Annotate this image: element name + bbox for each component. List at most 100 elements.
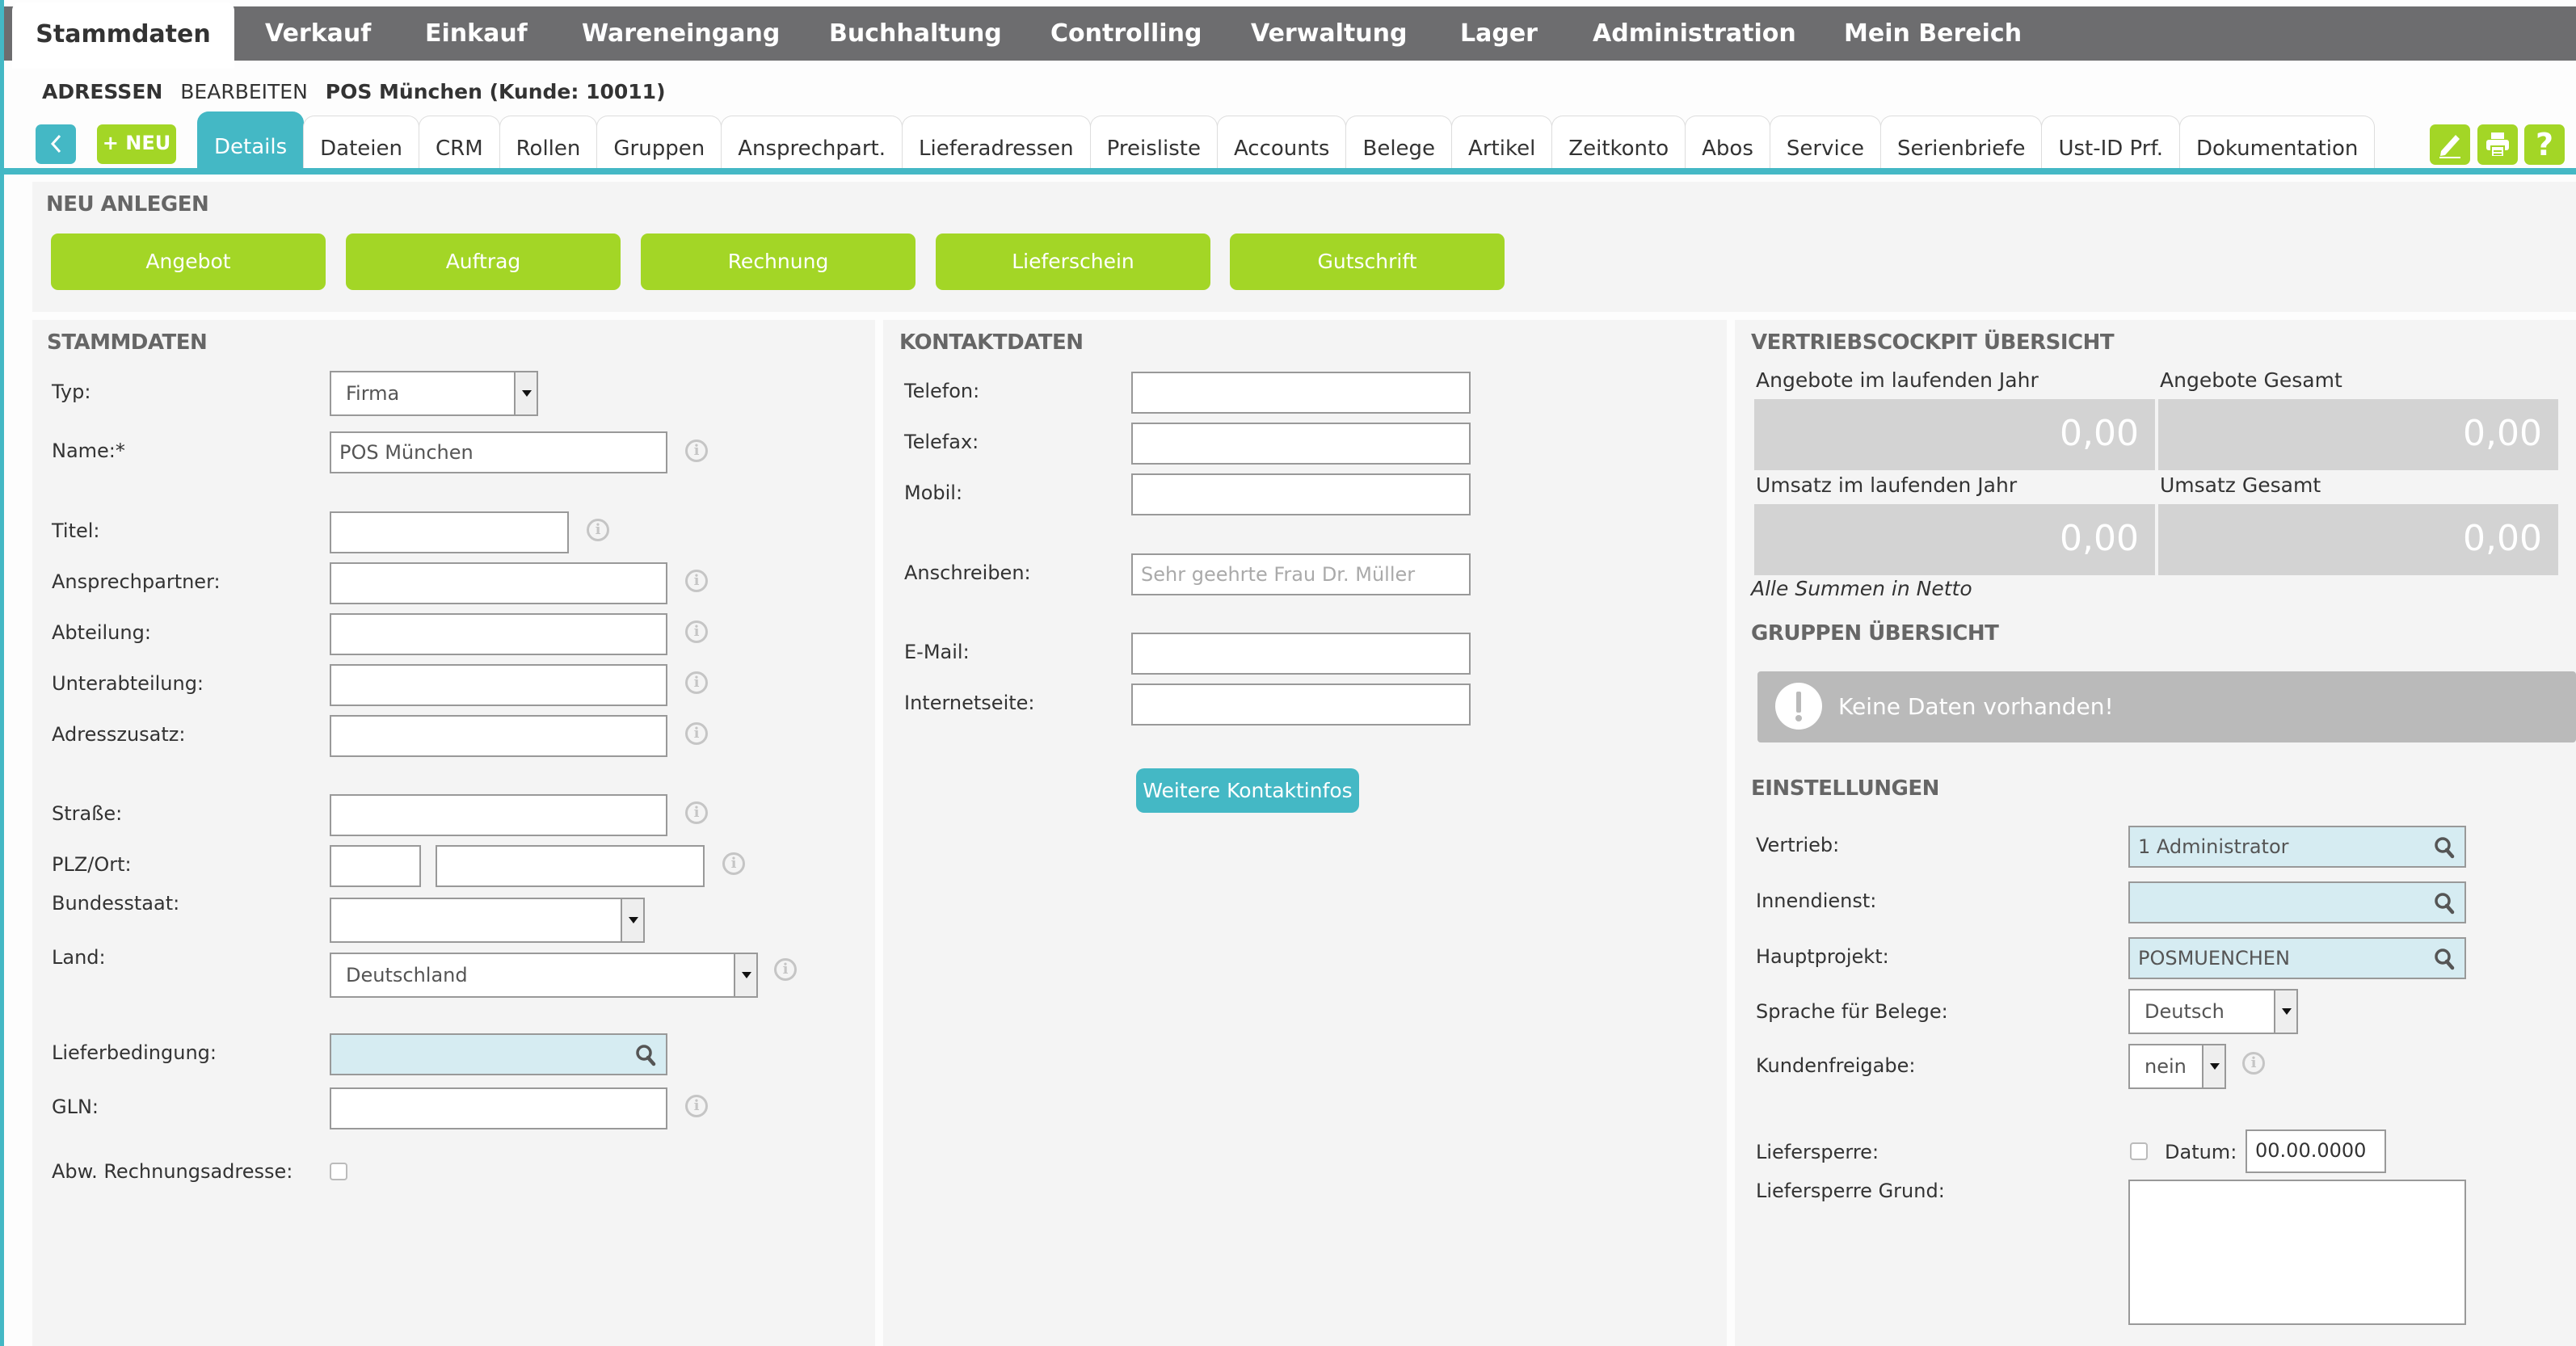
new-button[interactable]: + NEU <box>97 124 176 164</box>
kundenfreigabe-select[interactable]: nein <box>2128 1044 2226 1089</box>
tab-zeitkonto[interactable]: Zeitkonto <box>1551 116 1686 170</box>
tab-lieferadressen[interactable]: Lieferadressen <box>901 116 1091 170</box>
info-icon[interactable]: i <box>774 958 797 981</box>
abw-rechnungsadresse-checkbox[interactable] <box>330 1163 347 1180</box>
ort-input[interactable] <box>436 845 705 887</box>
create-angebot-button[interactable]: Angebot <box>51 233 326 290</box>
info-icon[interactable]: i <box>2242 1052 2265 1075</box>
land-select[interactable]: Deutschland <box>330 953 758 998</box>
topnav-item-verkauf[interactable]: Verkauf <box>265 6 371 61</box>
topnav-item-verwaltung[interactable]: Verwaltung <box>1251 6 1408 61</box>
info-icon[interactable]: i <box>685 440 708 462</box>
ansprechpartner-input[interactable] <box>330 562 667 604</box>
abteilung-input[interactable] <box>330 613 667 655</box>
topnav-item-wareneingang[interactable]: Wareneingang <box>582 6 780 61</box>
tab-service[interactable]: Service <box>1769 116 1881 170</box>
info-icon[interactable]: i <box>685 1095 708 1117</box>
topnav-item-administration[interactable]: Administration <box>1593 6 1796 61</box>
info-icon[interactable]: i <box>685 801 708 824</box>
tab-abos[interactable]: Abos <box>1685 116 1770 170</box>
print-button[interactable] <box>2477 124 2518 165</box>
titel-input[interactable] <box>330 511 569 553</box>
topnav-item-mein-bereich[interactable]: Mein Bereich <box>1844 6 2022 61</box>
create-gutschrift-button[interactable]: Gutschrift <box>1230 233 1505 290</box>
typ-label: Typ: <box>52 381 91 403</box>
titel-label: Titel: <box>52 519 100 542</box>
tab-underline <box>4 168 2576 175</box>
mobil-input[interactable] <box>1131 473 1471 515</box>
search-icon[interactable] <box>2434 948 2455 970</box>
search-icon[interactable] <box>635 1044 656 1066</box>
plz-input[interactable] <box>330 845 421 887</box>
mobil-label: Mobil: <box>904 482 963 504</box>
unterabteilung-input[interactable] <box>330 664 667 706</box>
record-tabs: Details Dateien CRM Rollen Gruppen Anspr… <box>197 111 2376 170</box>
internetseite-label: Internetseite: <box>904 692 1035 714</box>
tab-belege[interactable]: Belege <box>1345 116 1453 170</box>
internetseite-input[interactable] <box>1131 684 1471 726</box>
help-button[interactable]: ? <box>2524 124 2565 165</box>
tab-gruppen[interactable]: Gruppen <box>596 116 722 170</box>
tab-details[interactable]: Details <box>197 111 305 170</box>
topnav-item-lager[interactable]: Lager <box>1460 6 1538 61</box>
vertriebscockpit-title: VERTRIEBSCOCKPIT ÜBERSICHT <box>1751 330 2115 355</box>
info-icon[interactable]: i <box>722 852 745 875</box>
innendienst-lookup[interactable] <box>2128 881 2466 923</box>
topnav-item-controlling[interactable]: Controlling <box>1050 6 1202 61</box>
chevron-down-icon <box>621 899 643 941</box>
gln-label: GLN: <box>52 1096 99 1118</box>
search-icon[interactable] <box>2434 892 2455 915</box>
liefersperre-datum-input[interactable]: 00.00.0000 <box>2246 1129 2386 1173</box>
back-button[interactable] <box>36 124 76 164</box>
anschreiben-input[interactable]: Sehr geehrte Frau Dr. Müller <box>1131 553 1471 595</box>
hauptprojekt-lookup[interactable]: POSMUENCHEN <box>2128 937 2466 979</box>
tab-artikel[interactable]: Artikel <box>1451 116 1553 170</box>
info-icon[interactable]: i <box>685 671 708 694</box>
lieferbedingung-lookup[interactable] <box>330 1033 667 1075</box>
tab-ust-id-pruefung[interactable]: Ust-ID Prf. <box>2041 116 2180 170</box>
telefax-input[interactable] <box>1131 423 1471 465</box>
weitere-kontaktinfos-button[interactable]: Weitere Kontaktinfos <box>1136 768 1359 813</box>
info-icon[interactable]: i <box>685 722 708 745</box>
liefersperre-grund-textarea[interactable] <box>2128 1180 2466 1325</box>
kundenfreigabe-label: Kundenfreigabe: <box>1756 1054 1916 1077</box>
chevron-down-icon <box>734 954 756 996</box>
gln-input[interactable] <box>330 1087 667 1129</box>
tab-dokumentation[interactable]: Dokumentation <box>2178 116 2376 170</box>
breadcrumb: ADRESSEN BEARBEITEN POS München (Kunde: … <box>42 78 666 107</box>
vertrieb-lookup[interactable]: 1 Administrator <box>2128 826 2466 868</box>
email-input[interactable] <box>1131 633 1471 675</box>
create-auftrag-button[interactable]: Auftrag <box>346 233 621 290</box>
typ-select[interactable]: Firma <box>330 371 538 416</box>
name-input[interactable]: POS München <box>330 431 667 473</box>
search-icon[interactable] <box>2434 836 2455 859</box>
tab-accounts[interactable]: Accounts <box>1216 116 1347 170</box>
breadcrumb-module[interactable]: ADRESSEN <box>42 80 162 103</box>
strasse-input[interactable] <box>330 794 667 836</box>
email-label: E-Mail: <box>904 641 970 663</box>
bundesstaat-select[interactable] <box>330 898 645 943</box>
topnav-item-buchhaltung[interactable]: Buchhaltung <box>829 6 1002 61</box>
tab-crm[interactable]: CRM <box>418 116 500 170</box>
telefon-input[interactable] <box>1131 372 1471 414</box>
tab-ansprechpartner[interactable]: Ansprechpart. <box>721 116 903 170</box>
plz-ort-label: PLZ/Ort: <box>52 853 132 876</box>
tab-rollen[interactable]: Rollen <box>499 116 598 170</box>
topnav-item-stammdaten[interactable]: Stammdaten <box>12 2 234 69</box>
tab-dateien[interactable]: Dateien <box>303 116 419 170</box>
tab-preisliste[interactable]: Preisliste <box>1089 116 1218 170</box>
info-icon[interactable]: i <box>685 570 708 592</box>
topnav-item-einkauf[interactable]: Einkauf <box>425 6 528 61</box>
sprache-select[interactable]: Deutsch <box>2128 989 2298 1034</box>
adresszusatz-input[interactable] <box>330 715 667 757</box>
sprache-label: Sprache für Belege: <box>1756 1000 1948 1023</box>
tab-serienbriefe[interactable]: Serienbriefe <box>1879 116 2043 170</box>
info-icon[interactable]: i <box>587 519 609 541</box>
edit-button[interactable] <box>2430 124 2470 165</box>
create-rechnung-button[interactable]: Rechnung <box>641 233 915 290</box>
liefersperre-checkbox[interactable] <box>2130 1142 2148 1160</box>
pencil-icon <box>2439 135 2460 158</box>
kpi-umsatz-gesamt: 0,00 <box>2158 504 2558 575</box>
create-lieferschein-button[interactable]: Lieferschein <box>936 233 1210 290</box>
info-icon[interactable]: i <box>685 620 708 643</box>
